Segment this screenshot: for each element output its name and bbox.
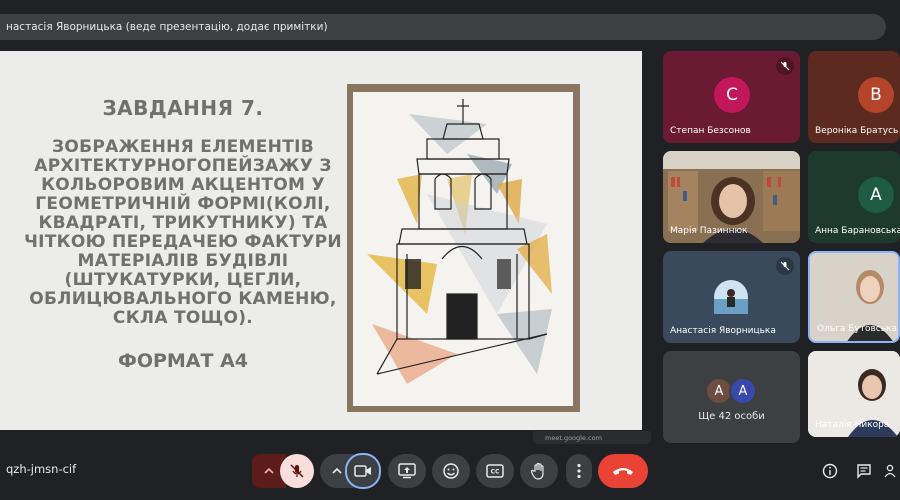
church-drawing-icon bbox=[347, 84, 580, 412]
presenter-bar: настасія Яворницька (веде презентацію, д… bbox=[0, 14, 886, 40]
people-button[interactable] bbox=[884, 462, 900, 480]
participant-tile[interactable]: Ольга Бутовська bbox=[808, 251, 900, 343]
participant-name: Степан Безсонов bbox=[670, 126, 751, 136]
mic-toggle-button[interactable] bbox=[280, 454, 314, 488]
meeting-code: qzh-jmsn-cif bbox=[6, 462, 77, 476]
more-participants-tile[interactable]: A A Ще 42 особи bbox=[663, 351, 800, 443]
avatar: C bbox=[714, 77, 750, 113]
participant-tile[interactable]: C Степан Безсонов bbox=[663, 51, 800, 143]
mic-muted-icon bbox=[776, 257, 794, 275]
mic-muted-icon bbox=[776, 57, 794, 75]
meet-window: настасія Яворницька (веде презентацію, д… bbox=[0, 0, 900, 500]
chevron-up-icon bbox=[264, 467, 274, 474]
avatar: A bbox=[858, 177, 894, 213]
chevron-up-icon bbox=[332, 467, 342, 474]
participant-tile[interactable]: A Анна Барановська bbox=[808, 151, 900, 243]
participant-tile[interactable]: B Вероніка Братусь bbox=[808, 51, 900, 143]
slide-format: ФОРМАТ А4 bbox=[117, 350, 249, 372]
presentation-slide: ЗАВДАННЯ 7. ЗОБРАЖЕННЯ ЕЛЕМЕНТІВ АРХІТЕК… bbox=[0, 51, 642, 430]
participant-tile[interactable]: Анастасія Яворницька bbox=[663, 251, 800, 343]
presenter-label: настасія Яворницька (веде презентацію, д… bbox=[6, 21, 328, 33]
url-chip: meet.google.com bbox=[533, 431, 651, 444]
emoji-button[interactable] bbox=[432, 454, 470, 488]
slide-title: ЗАВДАННЯ 7. bbox=[102, 96, 264, 120]
participant-tile[interactable]: Марія Пазиннюк bbox=[663, 151, 800, 243]
leave-call-button[interactable] bbox=[598, 454, 648, 488]
svg-text:CC: CC bbox=[491, 469, 500, 476]
camera-button[interactable] bbox=[345, 453, 381, 489]
slide-body: ЗОБРАЖЕННЯ ЕЛЕМЕНТІВ АРХІТЕКТУРНОГОПЕЙЗА… bbox=[24, 137, 342, 328]
meeting-info-button[interactable] bbox=[821, 462, 839, 480]
participant-name: Ольга Бутовська bbox=[817, 324, 898, 334]
captions-button[interactable]: CC bbox=[476, 454, 514, 488]
avatar: A bbox=[729, 377, 757, 405]
more-participants-label: Ще 42 особи bbox=[698, 411, 765, 422]
chat-icon bbox=[857, 464, 871, 479]
hand-icon bbox=[531, 462, 544, 480]
camera-icon bbox=[354, 465, 371, 477]
participant-name: Марія Пазиннюк bbox=[670, 226, 748, 236]
participant-name: Анна Барановська bbox=[815, 226, 900, 236]
participant-name: Вероніка Братусь bbox=[815, 126, 899, 136]
raise-hand-button[interactable] bbox=[520, 454, 558, 488]
people-icon bbox=[884, 464, 896, 478]
mic-off-icon bbox=[290, 464, 304, 478]
info-icon bbox=[822, 463, 838, 479]
slide-text-block: ЗАВДАННЯ 7. ЗОБРАЖЕННЯ ЕЛЕМЕНТІВ АРХІТЕК… bbox=[18, 96, 348, 372]
participant-tile[interactable]: Наталія Никора bbox=[808, 351, 900, 437]
present-screen-icon bbox=[398, 463, 416, 479]
chat-button[interactable] bbox=[855, 462, 873, 480]
more-options-button[interactable] bbox=[566, 454, 592, 488]
artwork-image bbox=[347, 84, 580, 412]
emoji-icon bbox=[443, 463, 459, 479]
participant-name: Наталія Никора bbox=[815, 420, 890, 430]
avatar: B bbox=[858, 77, 894, 113]
avatar-stack: A A bbox=[705, 377, 757, 405]
captions-icon: CC bbox=[486, 464, 504, 478]
more-vert-icon bbox=[577, 463, 581, 479]
present-button[interactable] bbox=[388, 454, 426, 488]
hang-up-icon bbox=[613, 468, 633, 475]
participant-name: Анастасія Яворницька bbox=[670, 326, 776, 336]
